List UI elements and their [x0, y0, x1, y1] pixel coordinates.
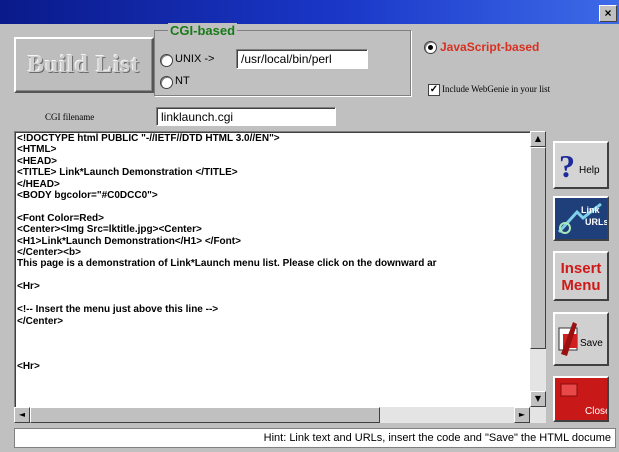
title-bar[interactable]: [0, 0, 619, 24]
scroll-right-icon[interactable]: ►: [514, 407, 530, 423]
unix-radio[interactable]: [160, 54, 173, 67]
include-webgenie-checkbox[interactable]: ✓: [428, 84, 440, 96]
horizontal-scrollbar[interactable]: ◄ ►: [14, 407, 546, 423]
window-close-button[interactable]: ×: [599, 5, 617, 22]
code-line: This page is a demonstration of Link*Lau…: [17, 258, 437, 270]
code-line: </HEAD>: [17, 178, 60, 190]
code-line: <HTML>: [17, 144, 57, 156]
code-line: <Hr>: [17, 281, 40, 293]
cgi-based-label: CGI-based: [168, 23, 238, 38]
build-list-label: Build List: [27, 51, 141, 78]
code-line: </Center>: [17, 315, 64, 327]
javascript-radio[interactable]: [424, 41, 437, 54]
save-button[interactable]: Save: [553, 312, 609, 366]
code-line: <!DOCTYPE html PUBLIC "-//IETF//DTD HTML…: [17, 133, 280, 144]
cgi-filename-label: CGI filename: [45, 112, 95, 122]
nt-radio[interactable]: [160, 76, 173, 89]
link-urls-button[interactable]: Link URLs: [553, 196, 609, 241]
scroll-up-icon[interactable]: ▲: [530, 131, 546, 147]
code-line: <Font Color=Red>: [17, 212, 104, 224]
svg-text:Help: Help: [579, 165, 600, 176]
status-bar: Hint: Link text and URLs, insert the cod…: [14, 428, 616, 448]
cgi-filename-input[interactable]: linklaunch.cgi: [156, 107, 336, 126]
html-editor[interactable]: <!DOCTYPE html PUBLIC "-//IETF//DTD HTML…: [14, 131, 532, 409]
perl-path-input[interactable]: /usr/local/bin/perl: [236, 49, 368, 69]
code-line: <BODY bgcolor="#C0DCC0">: [17, 190, 158, 202]
html-code-text: <!DOCTYPE html PUBLIC "-//IETF//DTD HTML…: [17, 133, 437, 373]
svg-text:?: ?: [559, 148, 575, 184]
svg-text:Close: Close: [585, 406, 607, 417]
svg-text:Save: Save: [580, 338, 603, 349]
app-window: × Build List CGI-based UNIX -> /usr/loca…: [0, 0, 619, 452]
scroll-left-icon[interactable]: ◄: [14, 407, 30, 423]
build-list-button[interactable]: Build List: [14, 37, 154, 93]
svg-text:Menu: Menu: [561, 277, 600, 294]
scroll-down-icon[interactable]: ▼: [530, 391, 546, 407]
unix-label: UNIX ->: [175, 53, 215, 65]
code-line: <H1>Link*Launch Demonstration</H1> </Fon…: [17, 235, 241, 247]
horizontal-scroll-thumb[interactable]: [30, 407, 380, 423]
vertical-scrollbar[interactable]: ▲ ▼: [530, 131, 546, 407]
nt-label: NT: [175, 75, 190, 87]
hint-text: Hint: Link text and URLs, insert the cod…: [263, 432, 611, 444]
code-line: <HEAD>: [17, 155, 58, 167]
svg-text:URLs: URLs: [585, 217, 607, 227]
link-icon: Link URLs: [555, 198, 609, 239]
insert-menu-button[interactable]: Insert Menu: [553, 251, 609, 301]
svg-text:Link: Link: [581, 205, 600, 215]
close-icon: Close: [555, 378, 611, 420]
save-icon: Save: [558, 322, 603, 356]
code-line: <Hr>: [17, 361, 40, 373]
help-button[interactable]: ? Help: [553, 141, 609, 189]
insert-menu-icon: Insert Menu: [561, 260, 602, 294]
code-line: <TITLE> Link*Launch Demonstration </TITL…: [17, 167, 238, 179]
javascript-based-label: JavaScript-based: [440, 40, 540, 54]
svg-text:Insert: Insert: [561, 260, 602, 277]
code-line: <!-- Insert the menu just above this lin…: [17, 304, 219, 316]
help-icon: ? Help: [559, 148, 600, 184]
code-line: </Center><b>: [17, 247, 81, 259]
vertical-scroll-thumb[interactable]: [530, 147, 546, 349]
include-webgenie-label: Include WebGenie in your list: [442, 84, 551, 94]
close-button[interactable]: Close: [553, 376, 611, 422]
code-line: <Center><Img Src=lktitle.jpg><Center>: [17, 224, 202, 236]
